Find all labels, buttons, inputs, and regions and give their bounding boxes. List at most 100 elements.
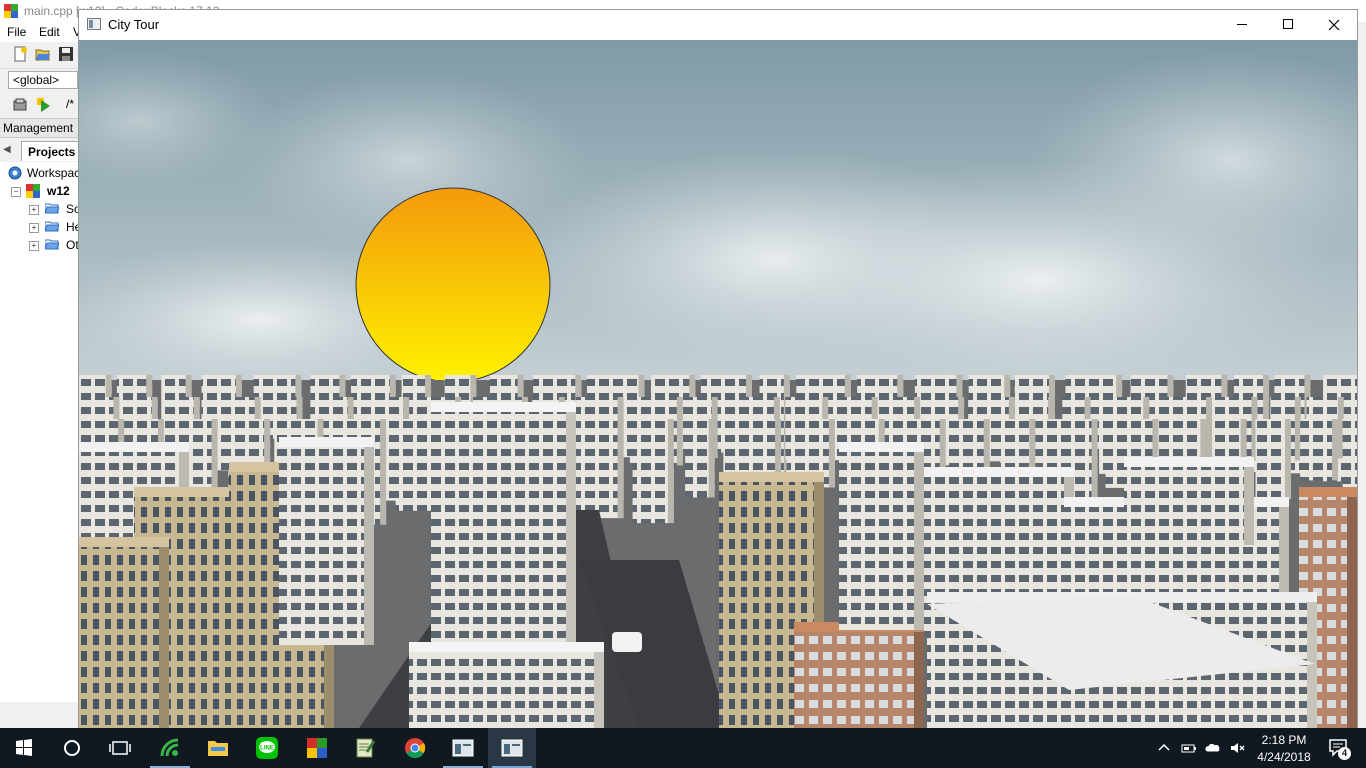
run-icon[interactable] <box>36 97 52 113</box>
city-tour-window: City Tour <box>78 9 1358 728</box>
management-tabs: ◀ Projects <box>0 140 81 162</box>
taskbar-winrar[interactable] <box>293 728 341 768</box>
building <box>279 445 374 645</box>
building-side <box>708 419 715 498</box>
tree-item-workspace[interactable]: Workspace <box>0 164 87 182</box>
action-center-button[interactable]: 4 <box>1322 728 1366 768</box>
tree-item-folder[interactable]: + So <box>0 200 81 218</box>
expand-icon[interactable]: + <box>29 223 39 233</box>
building <box>409 650 604 728</box>
building-roof <box>279 437 374 447</box>
close-icon <box>1328 19 1340 31</box>
minimize-button[interactable] <box>1219 10 1265 40</box>
building-side <box>914 630 924 728</box>
opengl-viewport[interactable] <box>79 40 1357 728</box>
building-side <box>1285 419 1292 500</box>
onedrive-icon[interactable] <box>1205 740 1221 756</box>
project-tree: Workspace − w12 + So + He + Ot <box>0 162 87 702</box>
expand-icon[interactable]: + <box>29 241 39 251</box>
building-side <box>828 419 835 488</box>
management-panel-header: Management <box>0 118 80 138</box>
building-side <box>676 397 683 466</box>
window-app-icon <box>87 18 101 30</box>
building-roof <box>79 537 169 547</box>
cortana-icon <box>64 740 80 756</box>
taskbar-city-tour[interactable] <box>488 728 536 768</box>
menu-edit[interactable]: Edit <box>39 25 60 39</box>
start-button[interactable] <box>0 728 48 768</box>
building-roof <box>409 642 604 652</box>
city-tour-window-icon <box>501 739 523 757</box>
collapse-icon[interactable]: − <box>11 187 21 197</box>
building <box>839 450 924 630</box>
notification-count-badge: 4 <box>1338 747 1351 760</box>
notepad-icon <box>356 738 376 758</box>
taskbar-chrome[interactable] <box>391 728 439 768</box>
tree-item-project[interactable]: − w12 <box>0 182 80 200</box>
show-hidden-icons-icon[interactable] <box>1156 740 1172 756</box>
taskbar-line[interactable]: LINE <box>243 728 291 768</box>
folder-icon <box>45 203 59 214</box>
winrar-icon <box>307 738 327 758</box>
start-icon <box>16 739 32 756</box>
building-side <box>667 419 674 524</box>
battery-icon[interactable] <box>1181 740 1197 756</box>
building-side <box>364 445 374 645</box>
build-icon[interactable] <box>12 97 28 113</box>
building-side <box>1244 465 1254 545</box>
app-window-icon <box>452 739 474 757</box>
building <box>79 545 169 728</box>
taskbar-file-explorer[interactable] <box>194 728 242 768</box>
building-side <box>617 419 624 519</box>
building-roof <box>719 472 824 482</box>
tree-label-folder: Ot <box>66 238 79 252</box>
tree-item-folder[interactable]: + Ot <box>0 236 80 254</box>
building-side <box>1294 397 1301 461</box>
codeblocks-icon <box>160 738 179 757</box>
window-title: City Tour <box>108 17 160 32</box>
windows-taskbar: LINE 2:18 PM 4/24/2018 4 <box>0 728 1366 768</box>
building-roof <box>431 402 576 412</box>
building <box>632 419 674 524</box>
expand-icon[interactable]: + <box>29 205 39 215</box>
car <box>612 632 642 652</box>
taskbar-notepad[interactable] <box>341 728 389 768</box>
taskbar-codeblocks[interactable] <box>146 728 194 768</box>
building-side <box>914 450 924 630</box>
file-explorer-icon <box>208 741 228 756</box>
save-icon[interactable] <box>58 46 74 62</box>
tree-label-project: w12 <box>47 184 70 198</box>
building-side <box>1332 419 1339 481</box>
building <box>573 419 624 519</box>
folder-icon <box>45 239 59 250</box>
task-view-button[interactable] <box>96 728 144 768</box>
window-titlebar[interactable]: City Tour <box>79 10 1357 40</box>
building-side <box>1347 495 1357 728</box>
open-file-icon[interactable] <box>35 46 51 62</box>
chrome-icon <box>405 738 426 759</box>
building-roof <box>924 467 1074 477</box>
scope-dropdown[interactable]: <global> <box>8 71 78 89</box>
minimize-icon <box>1237 24 1247 25</box>
tree-item-folder[interactable]: + He <box>0 218 81 236</box>
clock-time: 2:18 PM <box>1261 733 1307 747</box>
maximize-button[interactable] <box>1265 10 1311 40</box>
ide-main-toolbar <box>0 42 80 69</box>
management-label: Management <box>3 121 74 135</box>
system-clock[interactable]: 2:18 PM 4/24/2018 <box>1246 730 1322 766</box>
building <box>794 630 924 728</box>
new-file-icon[interactable] <box>12 46 28 62</box>
building-side <box>159 545 169 728</box>
menu-file[interactable]: File <box>7 25 26 39</box>
building-side <box>1091 419 1098 509</box>
tab-scroll-left-icon[interactable]: ◀ <box>3 144 17 158</box>
task-view-icon <box>109 741 131 755</box>
comment-button[interactable]: /* <box>66 97 74 111</box>
building-side <box>380 419 387 525</box>
building-roof <box>1299 487 1357 497</box>
close-button[interactable] <box>1311 10 1357 40</box>
volume-muted-icon[interactable] <box>1229 740 1245 756</box>
taskbar-app-window[interactable] <box>439 728 487 768</box>
cortana-button[interactable] <box>48 728 96 768</box>
tab-projects[interactable]: Projects <box>21 141 81 161</box>
